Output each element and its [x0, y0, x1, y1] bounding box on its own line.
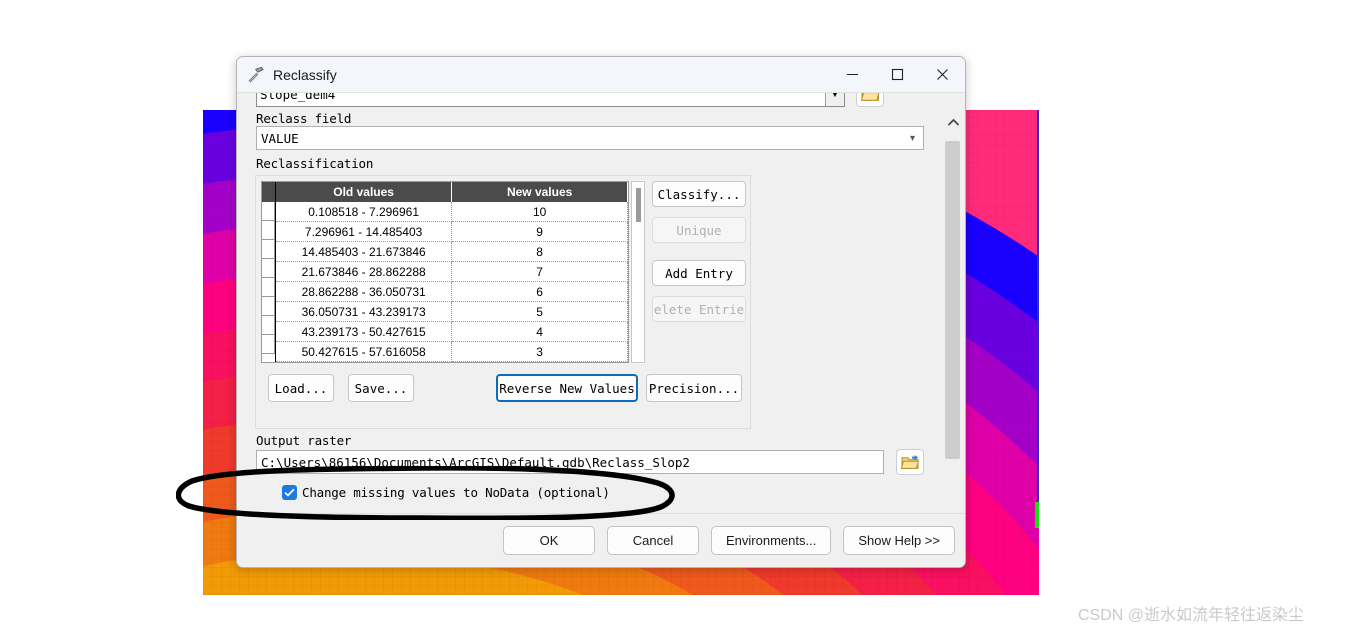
- reclassification-panel: Old values New values 0.108518 - 7.29696…: [255, 175, 751, 429]
- output-raster-label: Output raster: [256, 433, 352, 448]
- output-raster-row: [256, 449, 939, 475]
- reclass-field-select[interactable]: VALUE ▾: [256, 126, 924, 150]
- precision-button[interactable]: Precision...: [646, 374, 742, 402]
- close-button[interactable]: [920, 57, 965, 93]
- scroll-up-arrow-icon[interactable]: [940, 109, 965, 135]
- row-selector-cell[interactable]: [262, 240, 275, 259]
- reclass-side-buttons: Classify... Unique Add Entry Delete Entr…: [652, 181, 746, 332]
- nodata-checkbox-row[interactable]: Change missing values to NoData (optiona…: [282, 485, 610, 500]
- cell-old-value[interactable]: 28.862288 - 36.050731: [276, 281, 453, 303]
- classify-button[interactable]: Classify...: [652, 181, 746, 207]
- nodata-checkbox-label: Change missing values to NoData (optiona…: [302, 485, 610, 500]
- table-row[interactable]: 36.050731 - 43.239173 5: [276, 301, 628, 323]
- row-selector-column: [262, 182, 276, 362]
- row-selector-cell[interactable]: [262, 297, 275, 316]
- raster-green-marker: [1035, 502, 1039, 528]
- dialog-title: Reclassify: [273, 66, 337, 83]
- cell-old-value[interactable]: 0.108518 - 7.296961: [276, 202, 453, 223]
- csdn-watermark: CSDN @逝水如流年轻往返染尘: [1078, 607, 1305, 624]
- table-row[interactable]: 7.296961 - 14.485403 9: [276, 221, 628, 243]
- row-selector-cell[interactable]: [262, 202, 275, 221]
- table-row[interactable]: 50.427615 - 57.616058 3: [276, 341, 628, 362]
- load-button[interactable]: Load...: [268, 374, 334, 402]
- column-header-old-values[interactable]: Old values: [276, 182, 453, 202]
- checkbox-checked-icon[interactable]: [282, 485, 297, 500]
- dialog-scrollbar-thumb[interactable]: [945, 141, 960, 459]
- table-scrollbar-thumb[interactable]: [636, 188, 641, 222]
- dialog-body: ▼ Reclass field VALUE ▾ Reclassification: [237, 93, 965, 567]
- reclass-field-value: VALUE: [261, 130, 299, 146]
- input-raster-dropdown-icon[interactable]: ▼: [825, 93, 844, 106]
- row-selector-cell[interactable]: [262, 259, 275, 278]
- input-raster-browse-button[interactable]: [856, 93, 884, 107]
- hammer-tool-icon: [246, 65, 266, 85]
- chevron-down-icon[interactable]: ▾: [910, 133, 923, 144]
- table-vertical-scrollbar[interactable]: [631, 181, 645, 363]
- window-controls: [830, 57, 965, 93]
- reclassify-dialog: Reclassify ▼: [236, 56, 966, 568]
- dialog-footer: OK Cancel Environments... Show Help >>: [237, 513, 965, 567]
- cancel-button[interactable]: Cancel: [607, 526, 699, 555]
- cell-new-value[interactable]: 10: [451, 202, 628, 223]
- dialog-content: ▼ Reclass field VALUE ▾ Reclassification: [237, 93, 939, 567]
- cell-new-value[interactable]: 6: [451, 281, 628, 303]
- minimize-button[interactable]: [830, 57, 875, 93]
- output-raster-field[interactable]: [256, 450, 884, 474]
- ok-button[interactable]: OK: [503, 526, 595, 555]
- cell-new-value[interactable]: 5: [451, 301, 628, 323]
- cell-old-value[interactable]: 7.296961 - 14.485403: [276, 221, 453, 243]
- table-row[interactable]: 21.673846 - 28.862288 7: [276, 261, 628, 283]
- row-selector-header: [262, 182, 275, 202]
- table-row[interactable]: 0.108518 - 7.296961 10: [276, 202, 628, 223]
- reverse-new-values-button[interactable]: Reverse New Values: [496, 374, 638, 402]
- output-raster-browse-button[interactable]: [896, 449, 924, 475]
- row-selector-cell[interactable]: [262, 221, 275, 240]
- raster-right-edge: [1037, 110, 1039, 505]
- reclass-bottom-buttons: Load... Save... Reverse New Values Preci…: [268, 374, 742, 404]
- table-row[interactable]: 14.485403 - 21.673846 8: [276, 241, 628, 263]
- dialog-titlebar[interactable]: Reclassify: [237, 57, 965, 93]
- save-button[interactable]: Save...: [348, 374, 414, 402]
- unique-button: Unique: [652, 217, 746, 243]
- maximize-button[interactable]: [875, 57, 920, 93]
- input-raster-field[interactable]: [256, 93, 845, 107]
- delete-entries-button: Delete Entries: [652, 296, 746, 322]
- cell-new-value[interactable]: 7: [451, 261, 628, 283]
- environments-button[interactable]: Environments...: [711, 526, 832, 555]
- add-entry-button[interactable]: Add Entry: [652, 260, 746, 286]
- cell-new-value[interactable]: 8: [451, 241, 628, 263]
- cell-new-value[interactable]: 9: [451, 221, 628, 243]
- row-selector-cell[interactable]: [262, 278, 275, 297]
- row-selector-cell[interactable]: [262, 335, 275, 354]
- cell-old-value[interactable]: 21.673846 - 28.862288: [276, 261, 453, 283]
- cell-old-value[interactable]: 50.427615 - 57.616058: [276, 341, 453, 362]
- column-header-new-values[interactable]: New values: [451, 182, 628, 202]
- cell-new-value[interactable]: 4: [451, 321, 628, 343]
- dialog-vertical-scrollbar[interactable]: [939, 109, 965, 567]
- input-raster-row: ▼: [256, 93, 884, 107]
- cell-old-value[interactable]: 43.239173 - 50.427615: [276, 321, 453, 343]
- reclass-grid: Old values New values 0.108518 - 7.29696…: [276, 182, 628, 362]
- reclass-field-label: Reclass field: [256, 111, 352, 126]
- reclass-table[interactable]: Old values New values 0.108518 - 7.29696…: [261, 181, 629, 363]
- row-selector-cell[interactable]: [262, 316, 275, 335]
- table-row[interactable]: 43.239173 - 50.427615 4: [276, 321, 628, 343]
- cell-old-value[interactable]: 36.050731 - 43.239173: [276, 301, 453, 323]
- cell-old-value[interactable]: 14.485403 - 21.673846: [276, 241, 453, 263]
- table-row[interactable]: 28.862288 - 36.050731 6: [276, 281, 628, 303]
- cell-new-value[interactable]: 3: [451, 341, 628, 362]
- show-help-button[interactable]: Show Help >>: [843, 526, 955, 555]
- reclassification-label: Reclassification: [256, 156, 374, 171]
- table-header-row: Old values New values: [276, 182, 628, 202]
